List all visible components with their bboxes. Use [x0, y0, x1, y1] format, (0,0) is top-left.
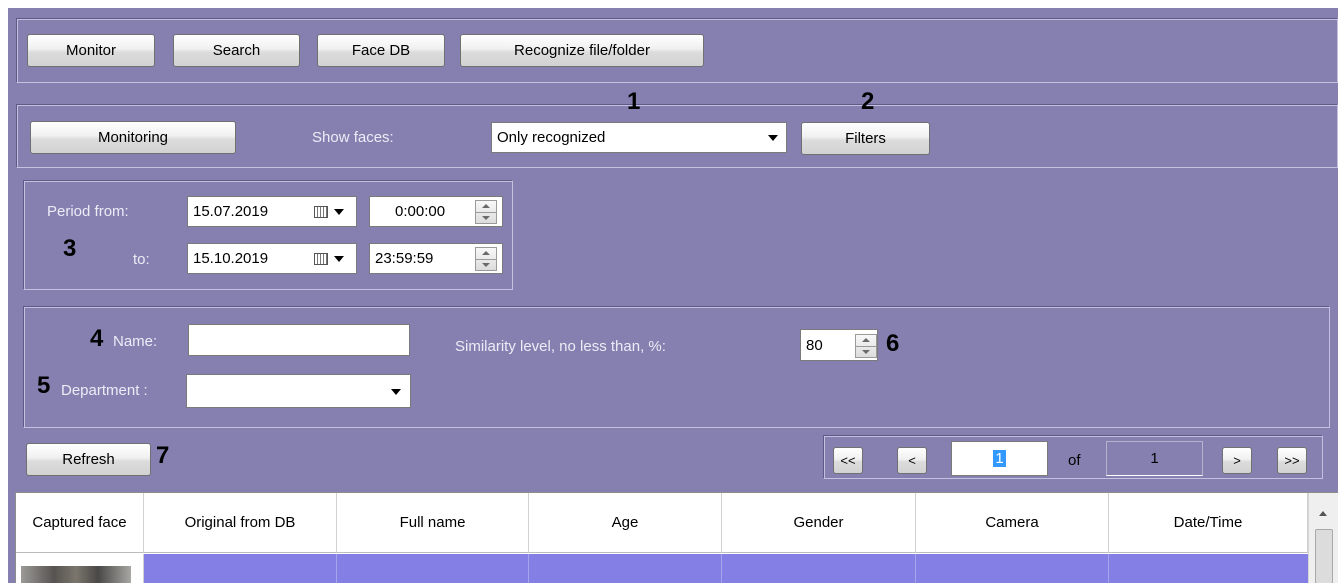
column-header-captured-face[interactable]: Captured face: [16, 493, 144, 553]
name-label: Name:: [113, 333, 158, 350]
spin-up-icon[interactable]: [476, 201, 496, 212]
chevron-down-icon: [768, 135, 778, 141]
similarity-field[interactable]: 80: [800, 329, 878, 361]
to-time-spinner[interactable]: [475, 247, 497, 271]
chevron-down-icon: [334, 209, 344, 215]
to-date-picker[interactable]: 15.10.2019: [187, 243, 357, 274]
name-input[interactable]: [188, 324, 410, 356]
similarity-value: 80: [806, 336, 823, 354]
department-label: Department :: [61, 382, 148, 399]
period-from-label: Period from:: [47, 203, 129, 220]
page-total-field: 1: [1106, 441, 1203, 476]
from-date-value: 15.07.2019: [193, 203, 269, 220]
similarity-label: Similarity level, no less than, %:: [455, 338, 666, 355]
chevron-down-icon: [334, 256, 344, 262]
spin-up-icon[interactable]: [856, 335, 876, 346]
filters-button[interactable]: Filters: [801, 122, 930, 155]
spin-down-icon[interactable]: [476, 211, 496, 224]
column-header-original-from-db[interactable]: Original from DB: [144, 493, 337, 553]
scroll-up-icon[interactable]: [1319, 511, 1327, 516]
department-dropdown[interactable]: [186, 374, 411, 408]
from-time-spinner[interactable]: [475, 200, 497, 224]
spin-down-icon[interactable]: [476, 258, 496, 271]
callout-5: 5: [37, 372, 51, 399]
show-faces-label: Show faces:: [312, 129, 394, 146]
vertical-scrollbar[interactable]: [1308, 493, 1338, 583]
callout-6: 6: [886, 330, 900, 357]
last-page-button[interactable]: >>: [1277, 447, 1307, 474]
callout-3: 3: [63, 235, 77, 262]
chevron-down-icon: [391, 389, 401, 395]
monitor-button[interactable]: Monitor: [27, 34, 155, 67]
spin-up-icon[interactable]: [476, 248, 496, 259]
captured-face-thumbnail: [21, 566, 131, 583]
next-page-button[interactable]: >: [1222, 447, 1252, 474]
results-table[interactable]: Captured face Original from DB Full name…: [15, 492, 1338, 583]
callout-7: 7: [156, 442, 170, 469]
from-time-field[interactable]: 0:00:00: [369, 196, 503, 227]
prev-page-button[interactable]: <: [897, 447, 927, 474]
calendar-icon: [314, 206, 328, 218]
to-time-value: 23:59:59: [375, 250, 434, 267]
column-header-full-name[interactable]: Full name: [337, 493, 529, 553]
page-number-field[interactable]: 1: [951, 441, 1048, 476]
monitoring-button[interactable]: Monitoring: [30, 121, 236, 154]
table-cell: [916, 554, 1109, 583]
table-cell: [722, 554, 916, 583]
page-number-value: 1: [993, 450, 1006, 467]
scroll-thumb[interactable]: [1315, 529, 1333, 583]
show-faces-value: Only recognized: [497, 129, 606, 146]
refresh-button[interactable]: Refresh: [26, 443, 151, 476]
calendar-icon: [314, 253, 328, 265]
face-db-button[interactable]: Face DB: [317, 34, 445, 67]
recognize-file-folder-button[interactable]: Recognize file/folder: [460, 34, 704, 67]
search-button[interactable]: Search: [173, 34, 300, 67]
table-cell: [337, 554, 529, 583]
callout-4: 4: [90, 325, 104, 352]
column-header-gender[interactable]: Gender: [722, 493, 916, 553]
period-to-label: to:: [133, 251, 150, 268]
to-time-field[interactable]: 23:59:59: [369, 243, 503, 274]
column-header-camera[interactable]: Camera: [916, 493, 1109, 553]
from-time-value: 0:00:00: [395, 203, 446, 220]
table-cell: [144, 554, 337, 583]
callout-1: 1: [627, 88, 641, 115]
similarity-spinner[interactable]: [855, 334, 877, 358]
show-faces-dropdown[interactable]: Only recognized: [491, 122, 787, 153]
from-date-picker[interactable]: 15.07.2019: [187, 196, 357, 227]
page-total-value: 1: [1150, 450, 1159, 467]
callout-2: 2: [861, 88, 875, 115]
table-cell: [529, 554, 722, 583]
page-of-label: of: [1068, 452, 1081, 469]
column-header-date-time[interactable]: Date/Time: [1109, 493, 1308, 553]
first-page-button[interactable]: <<: [833, 447, 863, 474]
spin-down-icon[interactable]: [856, 345, 876, 358]
to-date-value: 15.10.2019: [193, 250, 269, 267]
column-header-age[interactable]: Age: [529, 493, 722, 553]
